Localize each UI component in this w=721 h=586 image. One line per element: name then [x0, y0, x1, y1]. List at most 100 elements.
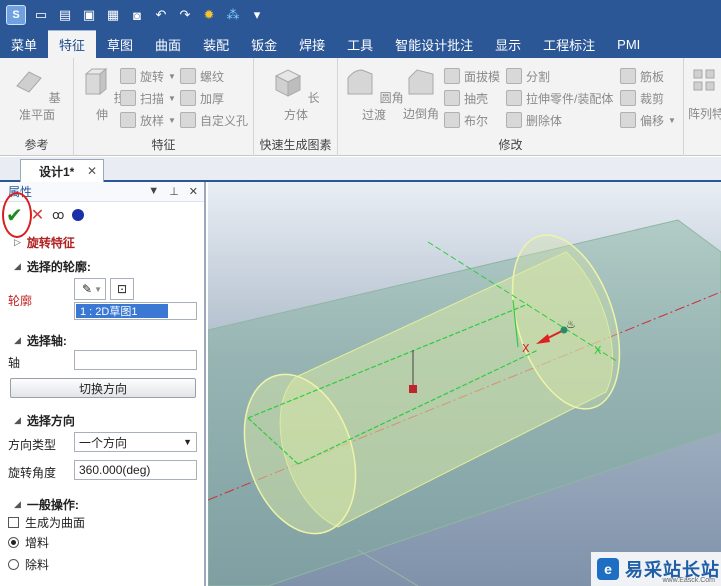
preview-glasses-icon[interactable]: ꝏ: [52, 208, 64, 222]
plane-edge: [357, 549, 419, 586]
axis-input[interactable]: [74, 350, 197, 370]
tab-10[interactable]: 工程标注: [532, 30, 606, 58]
customize-dropdown-icon[interactable]: ▾: [248, 6, 266, 24]
shell-button[interactable]: 抽壳: [444, 88, 488, 108]
new-file-icon[interactable]: ▭: [32, 6, 50, 24]
print-icon[interactable]: ▣: [80, 6, 98, 24]
extrude-icon: [84, 67, 108, 96]
ribbon-group-features: 拉伸 旋转▼ 扫描▼ 放样▼ 螺纹 加厚 自定义孔 特征: [74, 58, 254, 156]
loft-button[interactable]: 放样 ▼: [120, 110, 176, 130]
stretch-part-button[interactable]: 拉伸零件/装配体: [506, 88, 613, 108]
helix-button[interactable]: 螺纹: [180, 66, 224, 86]
switch-direction-button[interactable]: 切换方向: [10, 378, 196, 398]
draft-button[interactable]: 面拔模: [444, 66, 500, 86]
angle-label: 旋转角度: [8, 466, 57, 480]
box-button[interactable]: 长方体: [268, 66, 324, 123]
as-surface-checkbox[interactable]: [8, 517, 19, 528]
group-title-reference: 参考: [24, 138, 49, 152]
datum-plane-button[interactable]: 基准平面: [9, 66, 65, 123]
profile-label: 轮廓: [8, 294, 33, 308]
rib-button[interactable]: 筋板: [620, 66, 664, 86]
remove-material-radio[interactable]: [8, 559, 19, 570]
origin-x-icon: X: [522, 342, 530, 355]
add-material-row[interactable]: 增料: [8, 534, 49, 551]
rib-icon: [620, 68, 636, 84]
fillet-button[interactable]: 圆角过渡: [344, 66, 404, 123]
stretch-part-icon: [506, 90, 522, 106]
thicken-button[interactable]: 加厚: [180, 88, 224, 108]
revolve-icon: [120, 68, 136, 84]
tab-5[interactable]: 钣金: [240, 30, 288, 58]
tab-3[interactable]: 曲面: [144, 30, 192, 58]
angle-input[interactable]: 360.000(deg): [74, 460, 197, 480]
tab-7[interactable]: 工具: [336, 30, 384, 58]
collapse-triangle-icon[interactable]: ◢: [14, 415, 21, 426]
tab-4[interactable]: 装配: [192, 30, 240, 58]
trim-button[interactable]: 裁剪: [620, 88, 664, 108]
cancel-x-icon[interactable]: ✕: [31, 205, 44, 225]
close-panel-icon[interactable]: ✕: [189, 185, 198, 198]
sketch-edit-dropdown[interactable]: ✎ ▼: [74, 278, 106, 300]
chamfer-button[interactable]: 边倒角: [398, 66, 444, 122]
profile-section-header: ◢ 选择的轮廓:: [14, 260, 91, 274]
ribbon-panel: 基准平面 参考 拉伸 旋转▼ 扫描▼ 放样▼ 螺纹 加厚 自定义孔 特征 长方体…: [0, 58, 721, 156]
custom-hole-button[interactable]: 自定义孔: [180, 110, 248, 130]
app-logo-icon[interactable]: S: [6, 5, 26, 25]
handle-label-icon: ♨: [566, 318, 576, 331]
tab-2[interactable]: 草图: [96, 30, 144, 58]
datum-plane-icon: [16, 71, 43, 93]
tab-9[interactable]: 显示: [484, 30, 532, 58]
direction-type-select[interactable]: 一个方向 ▼: [74, 432, 197, 452]
profile-list[interactable]: 1 : 2D草图1: [74, 302, 197, 320]
save-icon[interactable]: ◙: [128, 6, 146, 24]
document-tab-label: 设计1*: [39, 164, 75, 179]
delete-body-button[interactable]: 删除体: [506, 110, 562, 130]
viewport-scene: ♨ X X: [208, 219, 721, 586]
split-button[interactable]: 分割: [506, 66, 550, 86]
settings-gear-icon[interactable]: ✹: [200, 6, 218, 24]
expand-triangle-icon[interactable]: ▷: [14, 237, 21, 248]
tab-1[interactable]: 特征: [48, 30, 97, 58]
fillet-icon: [347, 69, 373, 95]
helix-icon: [180, 68, 196, 84]
pin-icon[interactable]: ⊥: [169, 185, 179, 198]
feature-name-row: ▷ 旋转特征: [0, 234, 204, 251]
sweep-button[interactable]: 扫描 ▼: [120, 88, 176, 108]
trim-icon: [620, 90, 636, 106]
remove-material-row[interactable]: 除料: [8, 556, 49, 573]
add-material-radio[interactable]: [8, 537, 19, 548]
tab-0[interactable]: 菜单: [0, 30, 48, 58]
ribbon-group-quick-shapes: 长方体 快速生成图素: [254, 58, 338, 156]
dropdown-arrow-icon: ▼: [183, 437, 192, 447]
tab-6[interactable]: 焊接: [288, 30, 336, 58]
green-x-icon: X: [594, 344, 602, 357]
help-dot-icon[interactable]: [72, 209, 85, 221]
tab-11[interactable]: PMI: [606, 30, 651, 58]
collapse-triangle-icon[interactable]: ◢: [14, 335, 21, 346]
array-button[interactable]: 阵列特: [686, 66, 721, 122]
3d-viewport[interactable]: ♨ X X e 易采站长站 www.Easck.Com: [208, 182, 721, 586]
revolve-button[interactable]: 旋转 ▼: [120, 66, 176, 86]
group-title-quick-shapes: 快速生成图素: [259, 138, 332, 152]
profile-list-item[interactable]: 1 : 2D草图1: [76, 304, 168, 318]
close-tab-icon[interactable]: ✕: [87, 164, 97, 178]
sketch-select-button[interactable]: ⊡: [110, 278, 134, 300]
draft-icon: [444, 68, 460, 84]
panel-menu-icon[interactable]: ▼: [148, 185, 159, 198]
collapse-triangle-icon[interactable]: ◢: [14, 261, 21, 272]
as-surface-row[interactable]: 生成为曲面: [8, 514, 85, 531]
boolean-button[interactable]: 布尔: [444, 110, 488, 130]
sweep-icon: [120, 90, 136, 106]
open-template-icon[interactable]: ▤: [56, 6, 74, 24]
undo-icon[interactable]: ↶: [152, 6, 170, 24]
document-tab[interactable]: 设计1* ✕: [20, 159, 104, 182]
property-panel: 属性 ▼ ⊥ ✕ ✔ ✕ ꝏ ▷ 旋转特征 ◢ 选择的轮廓: 轮廓 ✎ ▼ ⊡ 1 :…: [0, 182, 206, 586]
open-folder-icon[interactable]: ▦: [104, 6, 122, 24]
collapse-triangle-icon[interactable]: ◢: [14, 499, 21, 510]
tab-8[interactable]: 智能设计批注: [384, 30, 484, 58]
direction-section-header: ◢ 选择方向: [14, 414, 75, 428]
redo-icon[interactable]: ↷: [176, 6, 194, 24]
offset-button[interactable]: 偏移 ▼: [620, 110, 676, 130]
center-marker[interactable]: [409, 385, 417, 393]
sparkle-icon[interactable]: ⁂: [224, 6, 242, 24]
